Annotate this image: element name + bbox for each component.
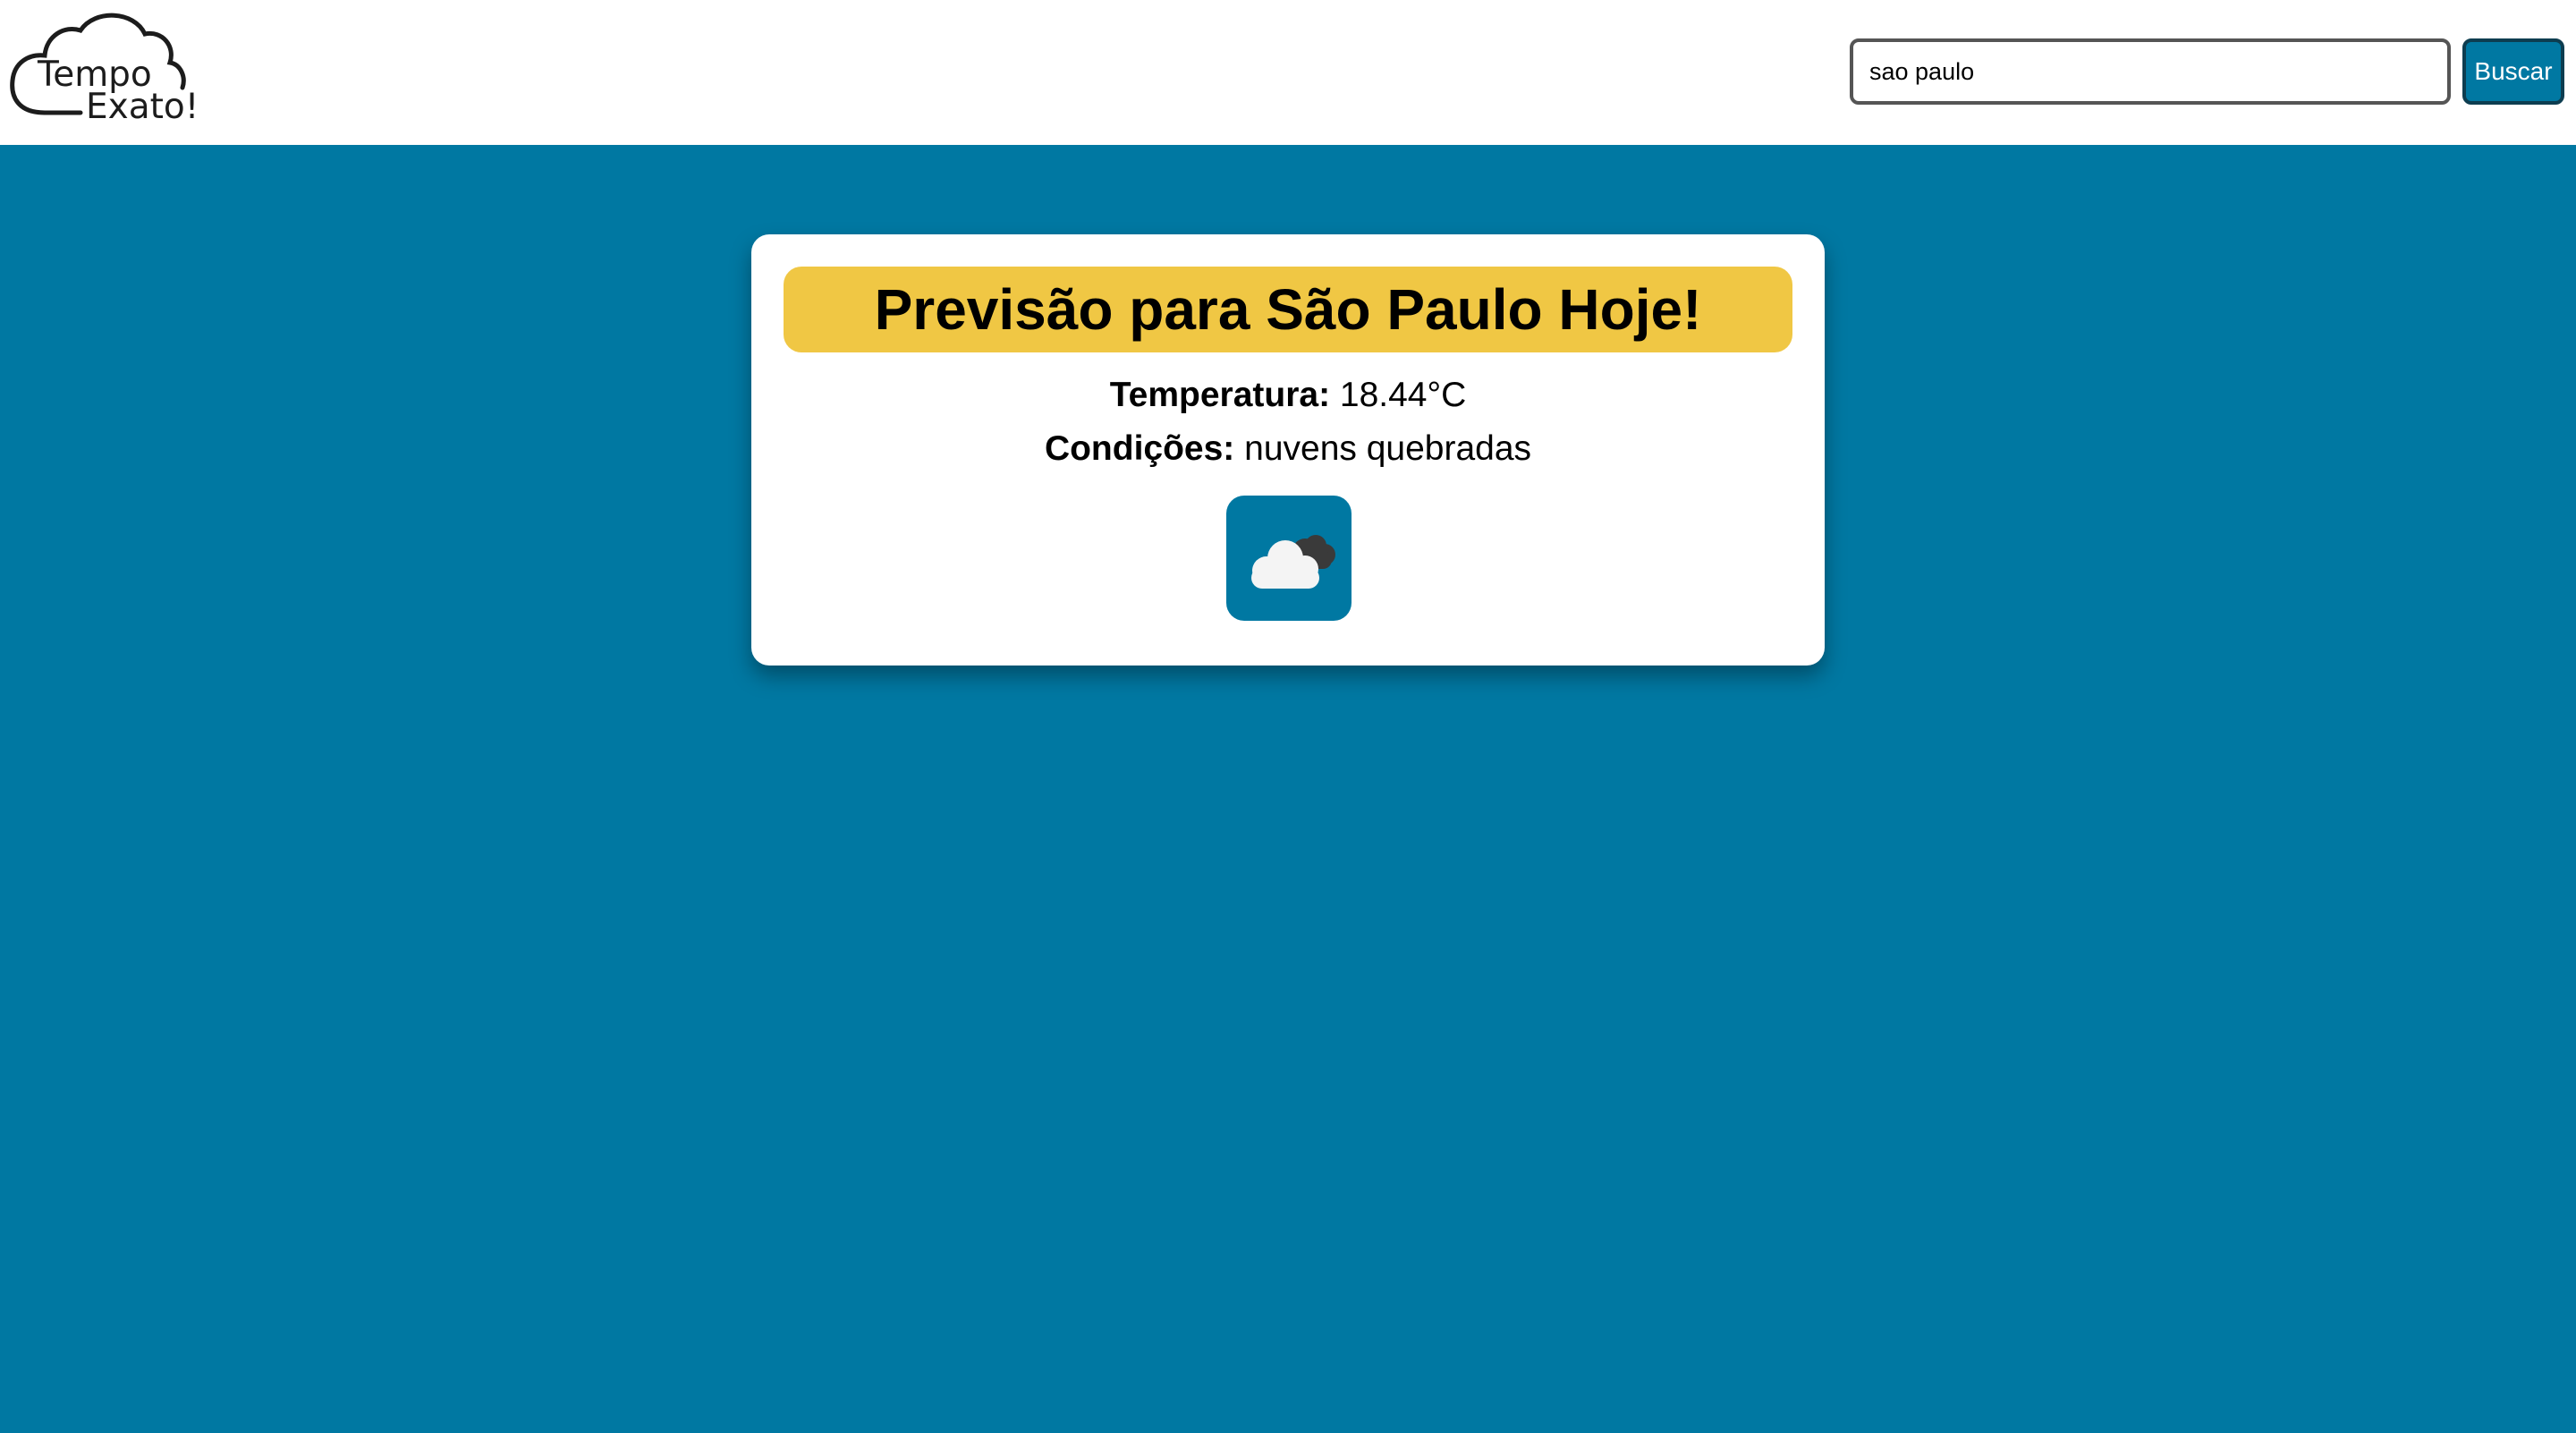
broken-clouds-icon bbox=[1226, 496, 1352, 621]
temperature-line: Temperatura: 18.44°C bbox=[751, 376, 1825, 415]
conditions-value: nuvens quebradas bbox=[1244, 429, 1532, 468]
search-button[interactable]: Buscar bbox=[2462, 38, 2564, 105]
forecast-title: Previsão para São Paulo Hoje! bbox=[784, 267, 1792, 352]
conditions-label: Condições: bbox=[1044, 429, 1235, 468]
header-bar: Tempo Exato! Buscar bbox=[0, 0, 2576, 145]
forecast-card: Previsão para São Paulo Hoje! Temperatur… bbox=[751, 234, 1825, 666]
temperature-label: Temperatura: bbox=[1109, 376, 1331, 414]
search-input[interactable] bbox=[1850, 38, 2451, 105]
conditions-line: Condições: nuvens quebradas bbox=[751, 429, 1825, 469]
temperature-value: 18.44°C bbox=[1339, 376, 1467, 414]
logo[interactable]: Tempo Exato! bbox=[9, 7, 199, 127]
logo-text-line2: Exato! bbox=[86, 87, 199, 127]
